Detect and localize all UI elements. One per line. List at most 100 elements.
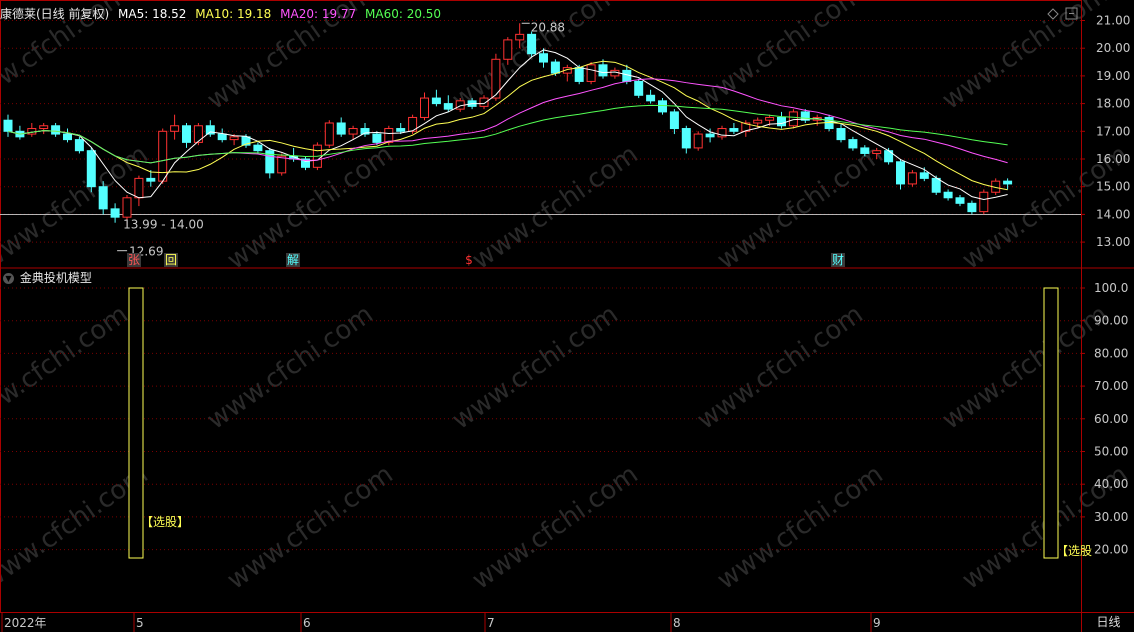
event-marker: 财 xyxy=(832,253,844,267)
watermark-text: www.cfchi.com xyxy=(467,459,644,595)
candle-body xyxy=(277,155,287,174)
candle-body xyxy=(420,97,429,118)
watermark-text: www.cfchi.com xyxy=(692,299,869,435)
watermark-text: www.cfchi.com xyxy=(0,299,134,435)
watermark-text: www.cfchi.com xyxy=(202,299,379,435)
watermark-text: www.cfchi.com xyxy=(692,0,869,116)
event-marker: 回 xyxy=(165,253,177,267)
watermark-text: www.cfchi.com xyxy=(222,459,399,595)
candle-body xyxy=(955,197,965,204)
candle-body xyxy=(503,39,513,60)
candle-body xyxy=(51,125,61,135)
candle-body xyxy=(86,150,96,188)
candle-body xyxy=(134,177,144,199)
time-axis-label: 5 xyxy=(136,616,144,630)
candle-body xyxy=(396,128,406,132)
candle-body xyxy=(919,172,929,179)
candle-body xyxy=(110,208,120,218)
price-tick-label: 21.00 xyxy=(1096,14,1130,28)
indicator-title[interactable]: 金典投机模型 xyxy=(20,271,92,285)
candle-body xyxy=(979,191,989,213)
candle-body xyxy=(907,172,917,185)
period-tab-daily[interactable]: 日线 xyxy=(1083,613,1134,632)
price-tick-label: 17.00 xyxy=(1096,124,1130,138)
watermark-text: www.cfchi.com xyxy=(712,139,889,275)
candle-body xyxy=(765,116,775,121)
candle-body xyxy=(336,122,346,135)
candle-body xyxy=(705,133,715,138)
candles xyxy=(3,23,1013,229)
candle-body xyxy=(324,122,334,146)
signal-label: 【选股】 xyxy=(141,515,189,529)
candle-body xyxy=(646,94,656,102)
candle-body xyxy=(586,64,596,82)
candle-body xyxy=(693,133,703,149)
watermark-text: www.cfchi.com xyxy=(447,0,624,116)
watermark-text: www.cfchi.com xyxy=(712,459,889,595)
indicator-tick-label: 70.00 xyxy=(1094,379,1128,393)
collapse-indicator-icon[interactable]: ▼ xyxy=(3,273,14,284)
time-axis-label: 8 xyxy=(673,616,681,630)
price-tick-label: 15.00 xyxy=(1096,180,1130,194)
candle-body xyxy=(443,103,453,110)
candle-body xyxy=(658,100,667,113)
indicator-panel-header: ▼ 金典投机模型 xyxy=(3,269,92,286)
price-tick-label: 20.00 xyxy=(1096,41,1130,55)
signal-label: 【选股 xyxy=(1056,544,1092,558)
watermark-text: www.cfchi.com xyxy=(937,299,1114,435)
candle-body xyxy=(348,128,358,135)
candle-body xyxy=(848,139,858,149)
candle-body xyxy=(182,125,191,143)
candle-body xyxy=(527,33,537,55)
candle-body xyxy=(669,111,679,130)
time-axis-label: 6 xyxy=(303,616,311,630)
indicator-tick-label: 20.00 xyxy=(1094,543,1128,557)
indicator-tick-label: 50.00 xyxy=(1094,445,1128,459)
candle-body xyxy=(98,186,108,210)
signal-bar xyxy=(1043,287,1059,559)
indicator-tick-label: 100.0 xyxy=(1094,281,1128,295)
stock-chart-window: www.cfchi.com www.cfchi.com www.cfchi.com w… xyxy=(0,0,1134,632)
chart-canvas[interactable]: www.cfchi.com www.cfchi.com www.cfchi.com w… xyxy=(0,0,1134,632)
candle-body xyxy=(598,64,608,77)
indicator-tick-label: 90.00 xyxy=(1094,314,1128,328)
candle-body xyxy=(193,125,203,143)
time-axis-label: 7 xyxy=(487,616,495,630)
candle-body xyxy=(431,97,441,105)
candle-body xyxy=(681,128,691,149)
candle-body xyxy=(205,125,215,135)
candle-body xyxy=(931,177,941,193)
candle-body xyxy=(943,191,953,199)
candle-body xyxy=(896,161,905,185)
candle-body xyxy=(777,116,786,127)
ma5-label: MA5: 18.52 xyxy=(118,7,187,21)
candle-body xyxy=(539,53,548,63)
candle-body xyxy=(574,67,584,82)
candle-body xyxy=(753,119,763,124)
price-panel-header: 康德莱(日线 前复权) MA5: 18.52 MA10: 19.18 MA20:… xyxy=(0,5,441,22)
watermark-text: www.cfchi.com xyxy=(447,299,624,435)
candle-body xyxy=(836,128,846,141)
price-tick-label: 18.00 xyxy=(1096,97,1130,111)
candle-body xyxy=(384,128,394,143)
candle-body xyxy=(39,125,49,130)
candle-body xyxy=(122,197,132,218)
band-label: 13.99 - 14.00 xyxy=(123,218,204,232)
indicator-tick-label: 40.00 xyxy=(1094,477,1128,491)
event-marker: $ xyxy=(465,253,473,267)
high-price-label: 20.88 xyxy=(531,20,565,34)
watermark-text: www.cfchi.com xyxy=(467,139,644,275)
candle-body xyxy=(479,97,489,107)
candle-body xyxy=(74,139,84,152)
candle-body xyxy=(967,202,977,213)
candle-body xyxy=(872,150,882,154)
stock-title[interactable]: 康德莱(日线 前复权) xyxy=(0,7,109,21)
candle-body xyxy=(229,136,239,141)
indicator-tick-label: 80.00 xyxy=(1094,346,1128,360)
event-marker: 解 xyxy=(287,253,299,267)
candle-body xyxy=(253,144,263,152)
price-tick-label: 19.00 xyxy=(1096,69,1130,83)
indicator-tick-label: 30.00 xyxy=(1094,510,1128,524)
candle-body xyxy=(550,61,560,74)
price-tick-label: 14.00 xyxy=(1096,207,1130,221)
